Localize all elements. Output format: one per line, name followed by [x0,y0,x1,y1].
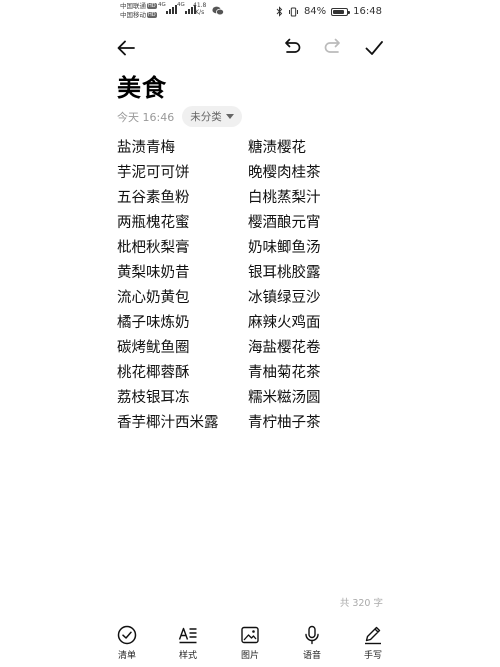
back-button[interactable] [112,34,140,62]
network-speed: 41.8 K/s [193,2,206,16]
food-item: 桃花椰蓉酥 [117,365,190,381]
battery-percent: 84% [303,6,327,17]
confirm-button[interactable] [360,34,388,62]
food-item: 香芋椰汁西米露 [117,415,219,431]
network-speed-value: 41.8 [193,2,207,9]
checklist-button[interactable]: 清单 [103,624,151,661]
food-item: 冰镇绿豆沙 [248,290,321,306]
redo-icon [324,38,340,53]
food-item: 芋泥可可饼 [117,165,190,181]
check-icon [365,41,383,55]
style-button[interactable]: 样式 [164,624,212,661]
vibrate-icon [288,7,298,16]
food-item: 樱酒酿元宵 [248,215,321,231]
carrier-2-hd-tag: HD [147,12,157,18]
voice-button[interactable]: 语音 [288,624,336,661]
note-body-right-column[interactable]: 糖渍樱花晚樱肉桂茶白桃蒸梨汁樱酒酿元宵奶味鲫鱼汤银耳桃胶露冰镇绿豆沙麻辣火鸡面海… [248,136,321,436]
status-bar: 中国联通 HD 中国移动 HD 4G 4G 41.8 K/s 84% 16:48 [0,0,500,26]
food-item: 青柠柚子茶 [248,415,321,431]
chevron-down-icon [225,114,234,119]
food-item: 银耳桃胶露 [248,265,321,281]
food-item: 黄梨味奶昔 [117,265,190,281]
category-label: 未分类 [190,111,222,123]
handwrite-button[interactable]: 手写 [349,624,397,661]
battery-icon [331,7,351,16]
undo-button[interactable] [278,34,306,62]
food-item: 盐渍青梅 [117,140,175,156]
pen-icon [365,626,381,645]
carrier-2-name: 中国移动 [120,11,146,19]
food-item: 橘子味炼奶 [117,315,190,331]
clock: 16:48 [353,6,382,17]
carrier-1-name: 中国联通 [120,2,146,10]
food-item: 麻辣火鸡面 [248,315,321,331]
note-body-left-column[interactable]: 盐渍青梅芋泥可可饼五谷素鱼粉两瓶槐花蜜枇杷秋梨膏黄梨味奶昔流心奶黄包橘子味炼奶碳… [117,136,219,436]
food-item: 荔枝银耳冻 [117,390,190,406]
signal-1-icon [166,5,177,14]
image-icon [241,626,259,644]
category-dropdown[interactable]: 未分类 [182,106,242,127]
undo-icon [285,38,301,53]
food-item: 海盐樱花卷 [248,340,321,356]
note-title[interactable]: 美食 [117,68,167,103]
wechat-icon [212,6,224,16]
food-item: 青柚菊花茶 [248,365,321,381]
carrier-1-hd-tag: HD [147,3,157,9]
food-item: 奶味鲫鱼汤 [248,240,321,256]
style-label: 样式 [178,651,197,661]
food-item: 枇杷秋梨膏 [117,240,190,256]
note-meta: 今天 16:46 未分类 [117,106,242,127]
word-count: 共 320 字 [339,598,383,609]
food-item: 两瓶槐花蜜 [117,215,190,231]
carrier-info: 中国联通 HD 中国移动 HD [120,2,157,20]
bottom-toolbar: 清单 样式 图片 语音 手写 [0,624,500,667]
note-timestamp: 今天 16:46 [117,110,175,124]
signal-1-label: 4G [158,2,166,8]
food-item: 流心奶黄包 [117,290,190,306]
checklist-label: 清单 [117,651,136,661]
handwrite-label: 手写 [363,651,382,661]
redo-button[interactable] [319,34,347,62]
voice-label: 语音 [302,651,321,661]
text-style-icon [178,627,197,644]
microphone-icon [305,625,319,645]
image-button[interactable]: 图片 [226,624,274,661]
food-item: 碳烤鱿鱼圈 [117,340,190,356]
status-right-group: 84% 16:48 [276,6,382,17]
checklist-icon [117,625,137,645]
bluetooth-icon [276,6,283,17]
food-item: 糖渍樱花 [248,140,306,156]
food-item: 糯米糍汤圆 [248,390,321,406]
image-label: 图片 [240,651,259,661]
back-arrow-icon [117,40,135,56]
network-speed-unit: K/s [195,9,205,16]
food-item: 白桃蒸梨汁 [248,190,321,206]
food-item: 晚樱肉桂茶 [248,165,321,181]
food-item: 五谷素鱼粉 [117,190,190,206]
signal-2-label: 4G [177,2,185,8]
